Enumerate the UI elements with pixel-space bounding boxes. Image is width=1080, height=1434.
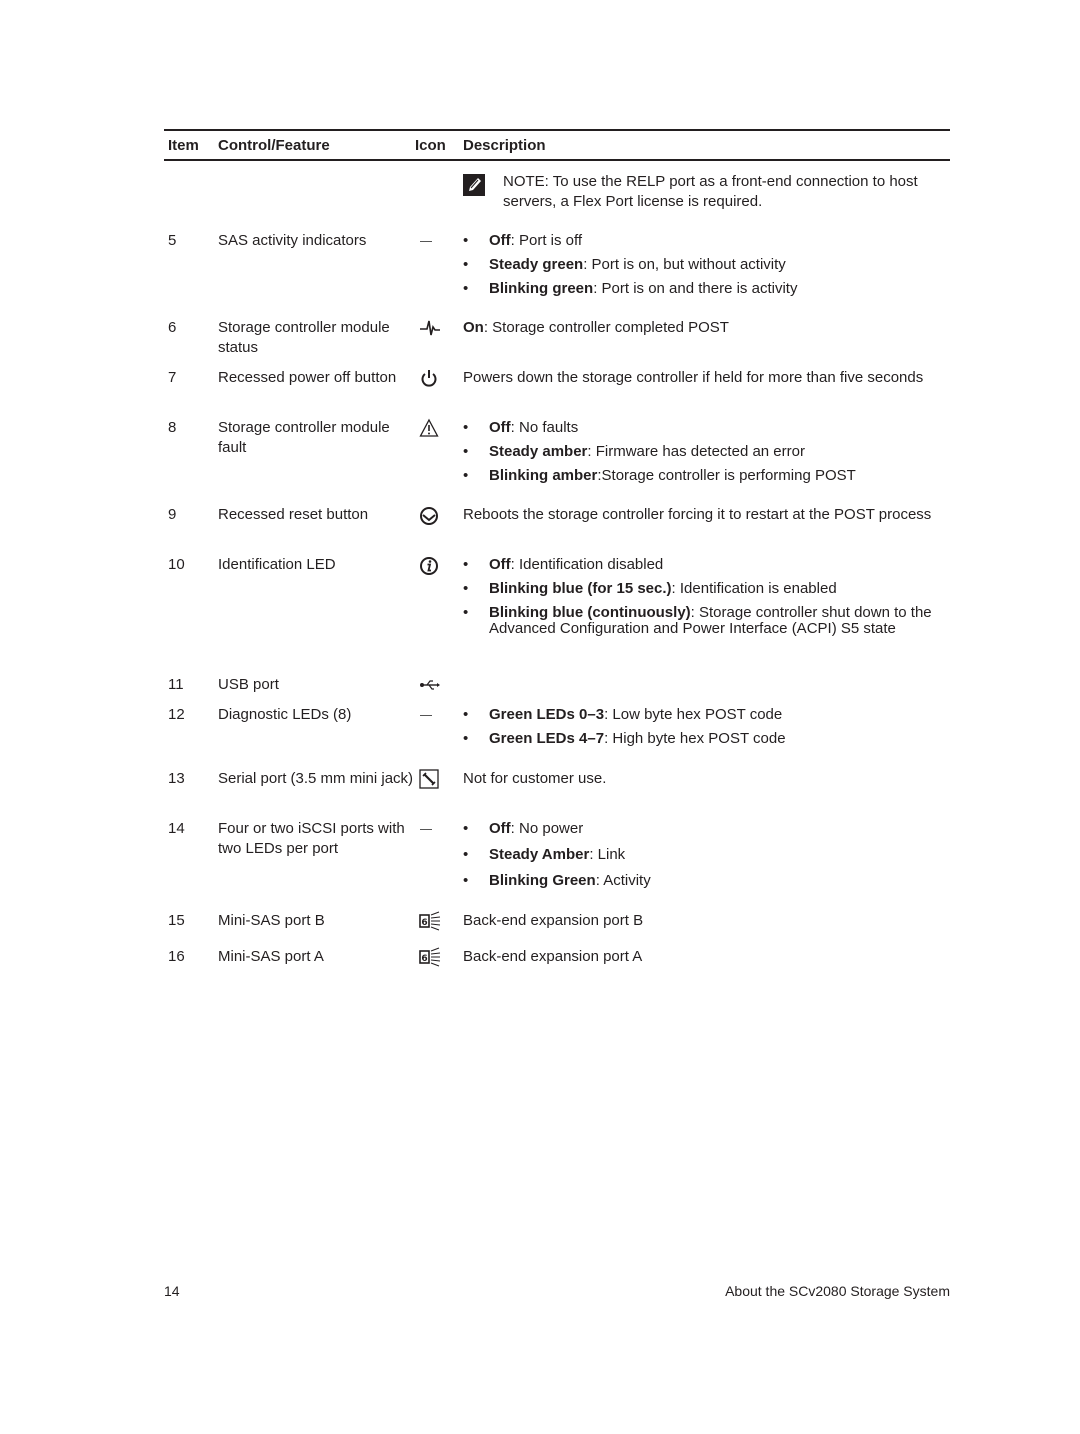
feature-name: Diagnostic LEDs (8) (218, 706, 352, 723)
feature-name: Serial port (3.5 mm mini jack) (218, 770, 414, 787)
item-number: 7 (168, 369, 177, 386)
wrench-icon (419, 769, 439, 789)
component-table: Item Control/Feature Icon Description NO… (164, 129, 950, 983)
item-number: 10 (168, 556, 185, 573)
feature-name: Storage controller module status (218, 319, 390, 356)
bullet-item: Blinking Green: Activity (463, 873, 950, 890)
feature-name: Recessed power off button (218, 369, 397, 386)
reset-icon (420, 507, 438, 525)
table-row: 16 Mini-SAS port A 6 Back-end expansion … (164, 947, 950, 983)
table-row: 6 Storage controller module status On: S… (164, 318, 950, 368)
item-number: 5 (168, 232, 177, 249)
header-icon: Icon (415, 136, 446, 154)
svg-text:6: 6 (421, 918, 427, 928)
bullet-item: Off: Port is off (463, 233, 950, 250)
item-number: 12 (168, 706, 185, 723)
item-number: 6 (168, 319, 177, 336)
bullet-item: Steady green: Port is on, but without ac… (463, 257, 950, 274)
table-row: 12 Diagnostic LEDs (8) Green LEDs 0–3: L… (164, 705, 950, 769)
item-number: 11 (168, 676, 184, 693)
header-description: Description (463, 136, 546, 154)
description: Reboots the storage controller forcing i… (463, 506, 932, 523)
item-number: 16 (168, 948, 185, 965)
note-text: To use the RELP port as a front-end conn… (503, 173, 918, 210)
item-number: 9 (168, 506, 177, 523)
no-icon-dash (420, 829, 432, 830)
usb-icon (420, 680, 440, 690)
bullet-item: Steady Amber: Link (463, 847, 950, 864)
bullet-item: Green LEDs 0–3: Low byte hex POST code (463, 707, 950, 724)
bullet-item: Off: Identification disabled (463, 557, 950, 574)
header-feature: Control/Feature (218, 136, 330, 154)
identification-icon (420, 557, 438, 575)
bullet-item: Blinking blue (continuously): Storage co… (463, 605, 950, 637)
description: On: Storage controller completed POST (463, 319, 729, 336)
description: Powers down the storage controller if he… (463, 369, 924, 386)
table-row-note: NOTE: To use the RELP port as a front-en… (164, 161, 950, 231)
svg-text:6: 6 (421, 954, 427, 964)
bullet-item: Green LEDs 4–7: High byte hex POST code (463, 731, 950, 748)
mini-sas-icon: 6 (419, 911, 441, 931)
power-icon (421, 370, 437, 387)
mini-sas-icon: 6 (419, 947, 441, 967)
table-row: 9 Recessed reset button Reboots the stor… (164, 505, 950, 555)
no-icon-dash (420, 715, 432, 716)
feature-name: Mini-SAS port B (218, 912, 325, 929)
feature-name: SAS activity indicators (218, 232, 367, 249)
no-icon-dash (420, 241, 432, 242)
table-header: Item Control/Feature Icon Description (164, 131, 950, 159)
section-title: About the SCv2080 Storage System (725, 1283, 950, 1299)
feature-name: Mini-SAS port A (218, 948, 324, 965)
bullet-item: Blinking green: Port is on and there is … (463, 281, 950, 298)
feature-name: USB port (218, 676, 279, 693)
page-number: 14 (164, 1283, 180, 1299)
table-row: 14 Four or two iSCSI ports with two LEDs… (164, 819, 950, 911)
table-row: 7 Recessed power off button Powers down … (164, 368, 950, 418)
bullet-item: Blinking amber:Storage controller is per… (463, 468, 950, 485)
bullet-item: Steady amber: Firmware has detected an e… (463, 444, 950, 461)
item-number: 14 (168, 820, 185, 837)
pencil-note-icon (463, 174, 485, 196)
feature-name: Storage controller module fault (218, 419, 390, 456)
description: Not for customer use. (463, 770, 607, 787)
feature-name: Recessed reset button (218, 506, 369, 523)
item-number: 15 (168, 912, 185, 929)
note-block: NOTE: To use the RELP port as a front-en… (463, 172, 950, 212)
table-row: 13 Serial port (3.5 mm mini jack) Not fo… (164, 769, 950, 819)
description: Back-end expansion port A (463, 948, 643, 965)
item-number: 13 (168, 770, 185, 787)
bullet-item: Blinking blue (for 15 sec.): Identificat… (463, 581, 950, 598)
bullet-item: Off: No power (463, 821, 950, 838)
description: Back-end expansion port B (463, 912, 644, 929)
item-number: 8 (168, 419, 177, 436)
feature-name: Identification LED (218, 556, 336, 573)
warning-icon (419, 418, 439, 437)
table-row: 8 Storage controller module fault Off: N… (164, 418, 950, 505)
note-label: NOTE: (503, 173, 549, 190)
table-row: 5 SAS activity indicators Off: Port is o… (164, 231, 950, 318)
table-row: 15 Mini-SAS port B 6 Back-end expansion … (164, 911, 950, 947)
header-item: Item (168, 136, 199, 154)
table-row: 10 Identification LED Off: Identificatio… (164, 555, 950, 675)
feature-name: Four or two iSCSI ports with two LEDs pe… (218, 820, 405, 857)
page-footer: 14 About the SCv2080 Storage System (164, 1283, 950, 1299)
heartbeat-icon (420, 320, 440, 336)
bullet-item: Off: No faults (463, 420, 950, 437)
table-row: 11 USB port (164, 675, 950, 705)
